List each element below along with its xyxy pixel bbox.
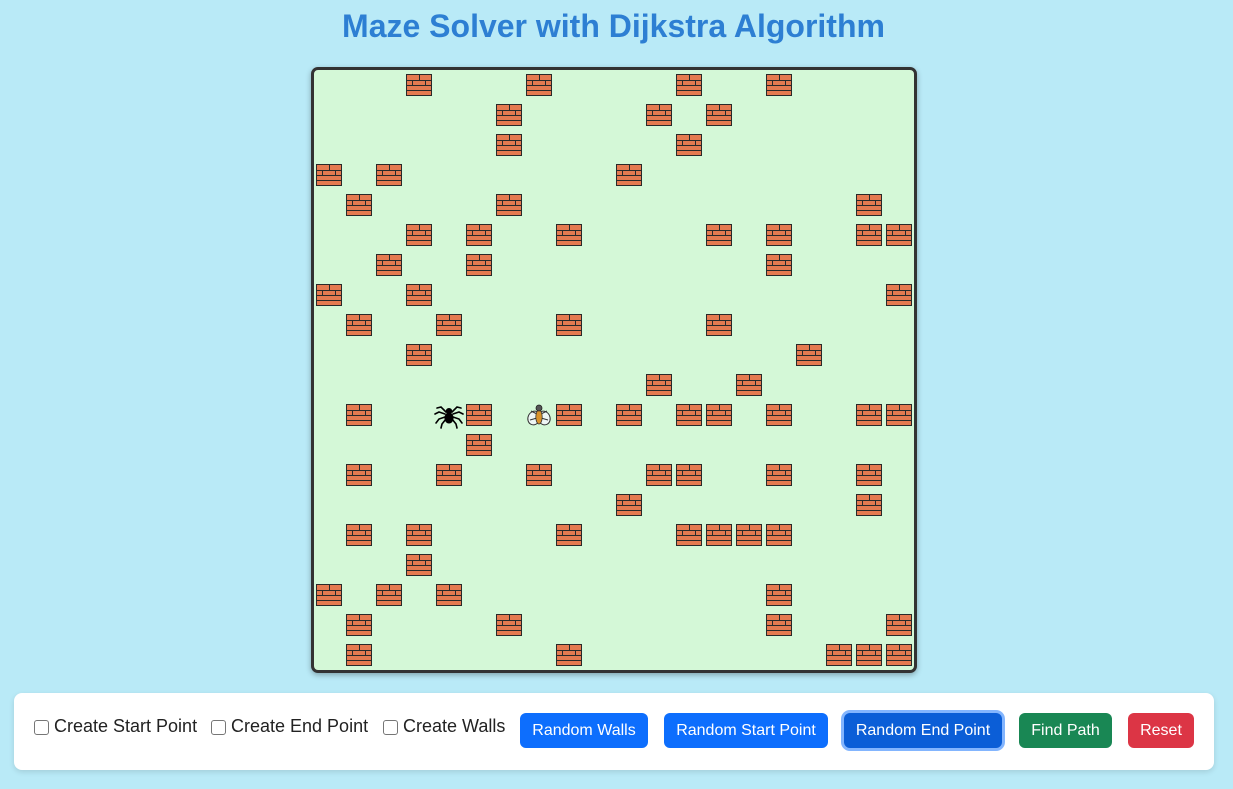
brick-wall-cell[interactable] [346, 404, 372, 426]
brick-wall-cell[interactable] [646, 374, 672, 396]
fly-icon[interactable] [524, 400, 554, 430]
brick-wall-cell[interactable] [766, 224, 792, 246]
spider-icon[interactable] [434, 400, 464, 430]
create-end-label: Create End Point [231, 716, 369, 736]
brick-wall-cell[interactable] [856, 194, 882, 216]
brick-wall-cell[interactable] [616, 494, 642, 516]
brick-wall-cell[interactable] [646, 104, 672, 126]
brick-wall-cell[interactable] [406, 284, 432, 306]
brick-wall-cell[interactable] [346, 614, 372, 636]
brick-wall-cell[interactable] [886, 284, 912, 306]
brick-wall-cell[interactable] [346, 314, 372, 336]
brick-wall-cell[interactable] [496, 134, 522, 156]
maze-grid[interactable] [311, 67, 917, 673]
brick-wall-cell[interactable] [706, 524, 732, 546]
create-end-checkbox[interactable]: Create End Point [211, 716, 368, 737]
brick-wall-cell[interactable] [676, 404, 702, 426]
brick-wall-cell[interactable] [406, 224, 432, 246]
brick-wall-cell[interactable] [346, 464, 372, 486]
brick-wall-cell[interactable] [346, 524, 372, 546]
brick-wall-cell[interactable] [556, 224, 582, 246]
brick-wall-cell[interactable] [496, 194, 522, 216]
create-start-label: Create Start Point [54, 716, 198, 736]
brick-wall-cell[interactable] [796, 344, 822, 366]
brick-wall-cell[interactable] [556, 314, 582, 336]
brick-wall-cell[interactable] [766, 464, 792, 486]
brick-wall-cell[interactable] [466, 224, 492, 246]
brick-wall-cell[interactable] [526, 74, 552, 96]
brick-wall-cell[interactable] [856, 464, 882, 486]
brick-wall-cell[interactable] [676, 524, 702, 546]
brick-wall-cell[interactable] [766, 614, 792, 636]
brick-wall-cell[interactable] [526, 464, 552, 486]
brick-wall-cell[interactable] [406, 74, 432, 96]
brick-wall-cell[interactable] [676, 74, 702, 96]
create-walls-check[interactable] [383, 720, 398, 735]
brick-wall-cell[interactable] [316, 164, 342, 186]
brick-wall-cell[interactable] [466, 254, 492, 276]
brick-wall-cell[interactable] [706, 404, 732, 426]
create-walls-label: Create Walls [403, 716, 506, 736]
brick-wall-cell[interactable] [856, 644, 882, 666]
brick-wall-cell[interactable] [496, 104, 522, 126]
brick-wall-cell[interactable] [616, 164, 642, 186]
brick-wall-cell[interactable] [646, 464, 672, 486]
brick-wall-cell[interactable] [556, 644, 582, 666]
brick-wall-cell[interactable] [616, 404, 642, 426]
brick-wall-cell[interactable] [316, 584, 342, 606]
brick-wall-cell[interactable] [736, 524, 762, 546]
brick-wall-cell[interactable] [886, 644, 912, 666]
brick-wall-cell[interactable] [736, 374, 762, 396]
brick-wall-cell[interactable] [406, 554, 432, 576]
brick-wall-cell[interactable] [706, 104, 732, 126]
brick-wall-cell[interactable] [706, 224, 732, 246]
random-start-point-button[interactable]: Random Start Point [664, 713, 828, 748]
brick-wall-cell[interactable] [376, 254, 402, 276]
brick-wall-cell[interactable] [886, 404, 912, 426]
brick-wall-cell[interactable] [676, 134, 702, 156]
brick-wall-cell[interactable] [346, 644, 372, 666]
brick-wall-cell[interactable] [856, 224, 882, 246]
brick-wall-cell[interactable] [406, 344, 432, 366]
controls-panel: Create Start Point Create End Point Crea… [14, 693, 1214, 770]
find-path-button[interactable]: Find Path [1019, 713, 1112, 748]
brick-wall-cell[interactable] [766, 254, 792, 276]
create-walls-checkbox[interactable]: Create Walls [383, 716, 505, 737]
brick-wall-cell[interactable] [766, 584, 792, 606]
brick-wall-cell[interactable] [886, 224, 912, 246]
brick-wall-cell[interactable] [496, 614, 522, 636]
brick-wall-cell[interactable] [316, 284, 342, 306]
brick-wall-cell[interactable] [436, 464, 462, 486]
brick-wall-cell[interactable] [556, 524, 582, 546]
brick-wall-cell[interactable] [346, 194, 372, 216]
brick-wall-cell[interactable] [556, 404, 582, 426]
page-title: Maze Solver with Dijkstra Algorithm [342, 8, 885, 44]
brick-wall-cell[interactable] [766, 524, 792, 546]
create-start-checkbox[interactable]: Create Start Point [34, 716, 197, 737]
brick-wall-cell[interactable] [706, 314, 732, 336]
brick-wall-cell[interactable] [856, 494, 882, 516]
brick-wall-cell[interactable] [406, 524, 432, 546]
brick-wall-cell[interactable] [856, 404, 882, 426]
brick-wall-cell[interactable] [826, 644, 852, 666]
brick-wall-cell[interactable] [886, 614, 912, 636]
brick-wall-cell[interactable] [466, 404, 492, 426]
create-end-check[interactable] [211, 720, 226, 735]
brick-wall-cell[interactable] [766, 74, 792, 96]
brick-wall-cell[interactable] [376, 164, 402, 186]
brick-wall-cell[interactable] [436, 584, 462, 606]
random-end-point-button[interactable]: Random End Point [844, 713, 1002, 748]
create-start-check[interactable] [34, 720, 49, 735]
brick-wall-cell[interactable] [766, 404, 792, 426]
brick-wall-cell[interactable] [676, 464, 702, 486]
brick-wall-cell[interactable] [376, 584, 402, 606]
brick-wall-cell[interactable] [436, 314, 462, 336]
reset-button[interactable]: Reset [1128, 713, 1194, 748]
random-walls-button[interactable]: Random Walls [520, 713, 648, 748]
brick-wall-cell[interactable] [466, 434, 492, 456]
